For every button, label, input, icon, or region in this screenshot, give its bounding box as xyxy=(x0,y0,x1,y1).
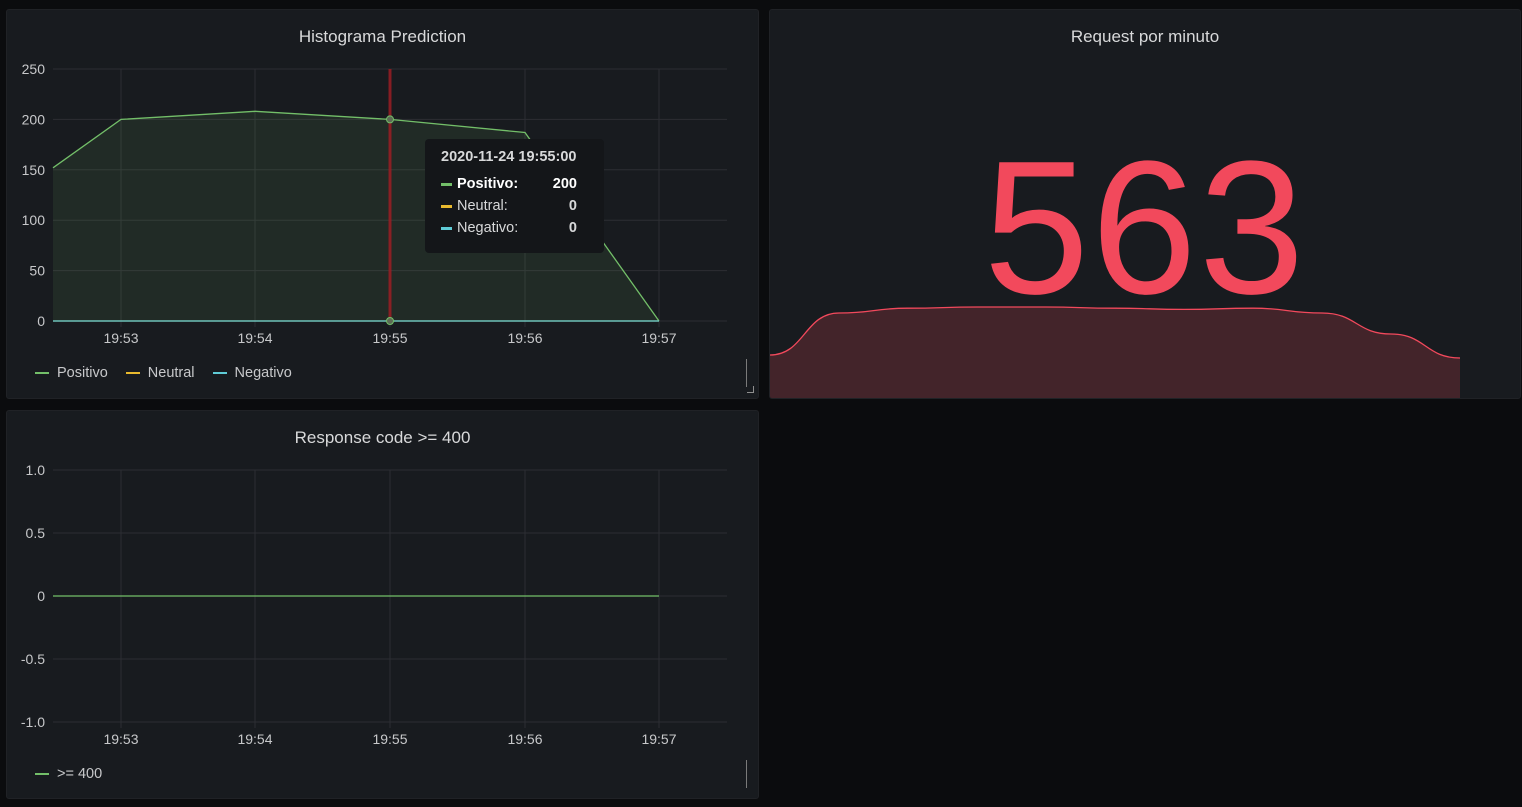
hist-ytick: 0 xyxy=(37,313,45,329)
tooltip-time: 2020-11-24 19:55:00 xyxy=(441,149,577,165)
hist-xtick: 19:55 xyxy=(372,330,407,346)
resp-xtick: 19:57 xyxy=(641,731,676,747)
hist-ytick: 100 xyxy=(22,212,46,228)
tooltip-swatch-negativo xyxy=(441,226,452,230)
legend-item-negativo[interactable]: Negativo xyxy=(212,365,292,381)
hist-xtick: 19:56 xyxy=(507,330,542,346)
histogram-tooltip: 2020-11-24 19:55:00 Positivo: 200 Neutra… xyxy=(425,139,604,253)
legend-item-positivo[interactable]: Positivo xyxy=(35,365,108,381)
legend-swatch-negativo xyxy=(212,372,227,374)
resp-xtick: 19:54 xyxy=(237,731,272,747)
tooltip-row-positivo: Positivo: 200 xyxy=(441,173,588,195)
panel-resize-handle[interactable] xyxy=(747,386,754,393)
requests-stat-value: 563 xyxy=(983,122,1307,334)
legend-item-neutral[interactable]: Neutral xyxy=(125,365,195,381)
tooltip-row-neutral: Neutral: 0 xyxy=(441,195,588,217)
resp-ytick: -1.0 xyxy=(21,714,45,730)
requests-panel-title[interactable]: Request por minuto xyxy=(770,27,1520,47)
response-chart[interactable]: 1.0 0.5 0 -0.5 -1.0 19:53 19:54 19:55 19:56 19:57 xyxy=(7,411,760,800)
legend-swatch-ge400 xyxy=(35,773,49,775)
response-panel[interactable]: Response code >= 400 1.0 0.5 0 -0.5 -1.0 19:5… xyxy=(6,410,759,799)
histogram-panel[interactable]: Histograma Prediction 250 200 150 100 50 0 19:… xyxy=(6,9,759,399)
legend-scrollbar[interactable] xyxy=(746,359,747,387)
hist-ytick: 150 xyxy=(22,162,46,178)
hist-xtick: 19:53 xyxy=(103,330,138,346)
legend-swatch-positivo xyxy=(35,372,49,374)
tooltip-label-positivo: Positivo: xyxy=(457,176,519,192)
hist-hover-point-positivo xyxy=(386,115,394,124)
tooltip-value-neutral: 0 xyxy=(568,198,577,214)
tooltip-swatch-neutral xyxy=(441,204,452,208)
hist-ytick: 200 xyxy=(22,111,46,127)
histogram-legend: Positivo Neutral Negativo xyxy=(35,365,292,381)
resp-ytick: 1.0 xyxy=(26,462,46,478)
histogram-chart[interactable]: 250 200 150 100 50 0 19:53 19:54 19:55 19:56 19:57 xyxy=(7,10,760,400)
legend-label-positivo: Positivo xyxy=(57,365,108,381)
tooltip-label-negativo: Negativo: xyxy=(457,220,519,236)
legend-scrollbar[interactable] xyxy=(746,760,747,788)
hist-xtick: 19:54 xyxy=(237,330,272,346)
tooltip-swatch-positivo xyxy=(441,182,452,186)
tooltip-value-negativo: 0 xyxy=(568,220,577,236)
resp-ytick: 0 xyxy=(37,588,45,604)
legend-item-ge400[interactable]: >= 400 xyxy=(35,766,102,782)
legend-label-neutral: Neutral xyxy=(147,365,195,381)
tooltip-value-positivo: 200 xyxy=(552,176,577,192)
hist-ytick: 250 xyxy=(22,61,46,77)
resp-xtick: 19:56 xyxy=(507,731,542,747)
resp-xtick: 19:53 xyxy=(103,731,138,747)
requests-panel[interactable]: Request por minuto 563 xyxy=(769,9,1521,399)
hist-hover-point-zero xyxy=(386,317,394,325)
legend-swatch-neutral xyxy=(125,372,140,374)
legend-label-ge400: >= 400 xyxy=(57,766,103,782)
tooltip-label-neutral: Neutral: xyxy=(457,198,508,214)
response-legend: >= 400 xyxy=(35,766,102,782)
resp-ytick: 0.5 xyxy=(26,525,46,541)
legend-label-negativo: Negativo xyxy=(234,365,292,381)
hist-ytick: 50 xyxy=(29,263,45,279)
hist-xtick: 19:57 xyxy=(641,330,676,346)
tooltip-row-negativo: Negativo: 0 xyxy=(441,217,588,239)
resp-ytick: -0.5 xyxy=(21,651,45,667)
resp-xtick: 19:55 xyxy=(372,731,407,747)
